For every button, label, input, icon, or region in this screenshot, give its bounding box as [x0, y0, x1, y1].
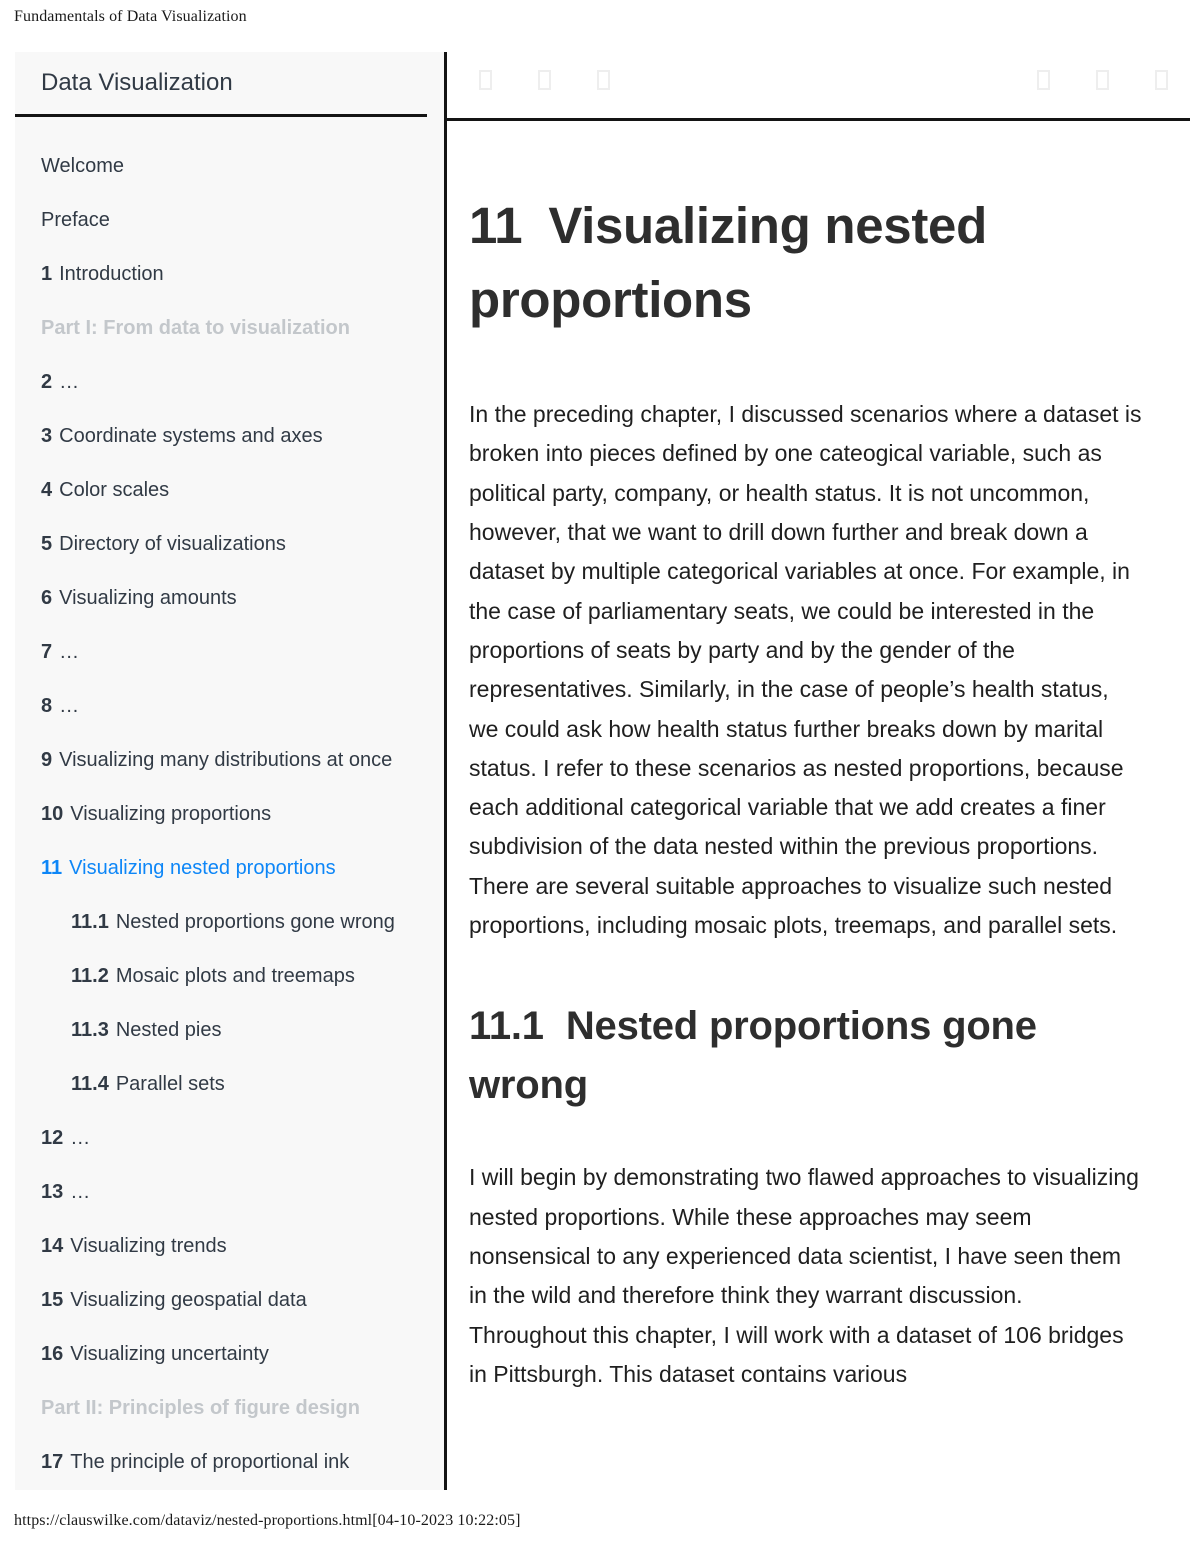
sidebar-item-number: 1: [41, 263, 53, 285]
sidebar-item-9[interactable]: 9 Visualizing many distributions at once: [15, 733, 444, 787]
sidebar-item-label: Part II: Principles of figure design: [41, 1397, 360, 1419]
chapter-number: 11: [469, 197, 523, 254]
sidebar-item-label: Nested proportions gone wrong: [115, 911, 395, 933]
missing-glyph-icon-5[interactable]: [1096, 70, 1109, 90]
sidebar-item-label: Welcome: [41, 155, 124, 177]
sidebar: Data Visualization Welcome Preface 1 Introd…: [15, 52, 444, 1490]
sidebar-item-number: 11: [41, 857, 63, 879]
app-window: Data Visualization Welcome Preface 1 Introd…: [15, 52, 1190, 1490]
main-pane: 11 Visualizing nested proportions In the …: [447, 52, 1190, 1490]
sidebar-item-number: 16: [41, 1343, 64, 1365]
sidebar-item-11[interactable]: 11 Visualizing nested proportions: [15, 841, 444, 895]
sidebar-item-label: Mosaic plots and treemaps: [115, 965, 355, 987]
sidebar-item-number: 15: [41, 1289, 64, 1311]
sidebar-item-14[interactable]: 14 Visualizing trends: [15, 1219, 444, 1273]
sidebar-item-part-i-from-data-to-visualization: Part I: From data to visualization: [15, 301, 444, 355]
sidebar-item-welcome[interactable]: Welcome: [15, 139, 444, 193]
sidebar-item-10[interactable]: 10 Visualizing proportions: [15, 787, 444, 841]
print-page-header: Fundamentals of Data Visualization: [14, 8, 247, 25]
sidebar-header: Data Visualization: [15, 52, 427, 117]
intro-paragraph: In the preceding chapter, I discussed sc…: [469, 400, 1142, 939]
chapter-title-text: Visualizing nested proportions: [469, 197, 987, 328]
sidebar-item-number: 2: [41, 371, 53, 393]
sidebar-item-6[interactable]: 6 Visualizing amounts: [15, 571, 444, 625]
sidebar-item-label: Visualizing nested proportions: [69, 857, 336, 879]
sidebar-item-number: 3: [41, 425, 53, 447]
sidebar-item-label: Parallel sets: [115, 1073, 225, 1095]
sidebar-item-2[interactable]: 2…: [15, 355, 444, 409]
sidebar-item-11.4[interactable]: 11.4 Parallel sets: [15, 1057, 444, 1111]
sidebar-item-part-ii-principles-of-figure-design: Part II: Principles of figure design: [15, 1381, 444, 1435]
sidebar-item-label: …: [70, 1181, 92, 1203]
sidebar-item-label: Preface: [41, 209, 110, 231]
sidebar-item-label: Visualizing trends: [70, 1235, 227, 1257]
sidebar-item-preface[interactable]: Preface: [15, 193, 444, 247]
sidebar-book-title[interactable]: Data Visualization: [41, 69, 233, 97]
sidebar-item-number: 11.4: [71, 1073, 109, 1095]
page-title: 11 Visualizing nested proportions: [469, 189, 1142, 337]
sidebar-item-13[interactable]: 13 …: [15, 1165, 444, 1219]
sidebar-item-number: 14: [41, 1235, 64, 1257]
sidebar-item-label: Coordinate systems and axes: [59, 425, 323, 447]
sidebar-item-number: 9: [41, 749, 53, 771]
sidebar-item-label: Visualizing uncertainty: [70, 1343, 269, 1365]
sidebar-item-label: The principle of proportional ink: [70, 1451, 350, 1473]
missing-glyph-icon-2[interactable]: [538, 70, 551, 90]
sidebar-item-number: 13: [41, 1181, 64, 1203]
toolbar-left-group: [479, 70, 610, 90]
missing-glyph-icon-1[interactable]: [479, 70, 492, 90]
sidebar-item-number: 5: [41, 533, 53, 555]
sidebar-item-11.2[interactable]: 11.2 Mosaic plots and treemaps: [15, 949, 444, 1003]
sidebar-item-11.1[interactable]: 11.1 Nested proportions gone wrong: [15, 895, 444, 949]
sidebar-item-11.3[interactable]: 11.3 Nested pies: [15, 1003, 444, 1057]
sidebar-item-3[interactable]: 3 Coordinate systems and axes: [15, 409, 444, 463]
sidebar-item-label: Visualizing proportions: [70, 803, 272, 825]
sidebar-item-label: Visualizing amounts: [59, 587, 237, 609]
sidebar-item-label: …: [70, 1127, 92, 1149]
sidebar-item-label: Part I: From data to visualization: [41, 317, 350, 339]
sidebar-item-number: 12: [41, 1127, 64, 1149]
sidebar-item-number: 6: [41, 587, 53, 609]
sidebar-item-label: …: [59, 371, 81, 393]
sidebar-item-number: 11.3: [71, 1019, 109, 1041]
sidebar-item-8[interactable]: 8…: [15, 679, 444, 733]
missing-glyph-icon-4[interactable]: [1037, 70, 1050, 90]
sidebar-item-17[interactable]: 17 The principle of proportional ink: [15, 1435, 444, 1489]
sidebar-item-label: …: [59, 695, 81, 717]
sidebar-item-label: Visualizing geospatial data: [70, 1289, 307, 1311]
section-number: 11.1: [469, 1004, 544, 1049]
sidebar-item-15[interactable]: 15 Visualizing geospatial data: [15, 1273, 444, 1327]
sidebar-item-number: 4: [41, 479, 53, 501]
toolbar-right-group: [1037, 70, 1168, 90]
section-heading: 11.1 Nested proportions gone wrong: [469, 997, 1142, 1114]
sidebar-item-number: 17: [41, 1451, 64, 1473]
section-paragraph: I will begin by demonstrating two flawed…: [469, 1164, 1139, 1387]
toolbar: [447, 52, 1190, 121]
sidebar-item-label: Nested pies: [115, 1019, 222, 1041]
sidebar-item-number: 8: [41, 695, 53, 717]
sidebar-item-label: Color scales: [59, 479, 170, 501]
sidebar-item-1[interactable]: 1 Introduction: [15, 247, 444, 301]
sidebar-item-number: 10: [41, 803, 64, 825]
chapter-content: 11 Visualizing nested proportions In the …: [447, 121, 1190, 1394]
sidebar-item-number: 11.1: [71, 911, 109, 933]
sidebar-item-4[interactable]: 4 Color scales: [15, 463, 444, 517]
sidebar-nav: Welcome Preface 1 Introduction Part I: From …: [15, 117, 444, 1489]
sidebar-item-7[interactable]: 7…: [15, 625, 444, 679]
missing-glyph-icon-3[interactable]: [597, 70, 610, 90]
sidebar-item-5[interactable]: 5 Directory of visualizations: [15, 517, 444, 571]
sidebar-item-label: Introduction: [59, 263, 164, 285]
missing-glyph-icon-6[interactable]: [1155, 70, 1168, 90]
sidebar-item-label: …: [59, 641, 81, 663]
sidebar-item-12[interactable]: 12 …: [15, 1111, 444, 1165]
section-title-text: Nested proportions gone wrong: [469, 1004, 1037, 1107]
sidebar-item-number: 7: [41, 641, 53, 663]
sidebar-item-label: Directory of visualizations: [59, 533, 286, 555]
sidebar-item-number: 11.2: [71, 965, 109, 987]
sidebar-item-label: Visualizing many distributions at once: [59, 749, 393, 771]
sidebar-item-16[interactable]: 16 Visualizing uncertainty: [15, 1327, 444, 1381]
print-page-footer: https://clauswilke.com/dataviz/nested-pr…: [14, 1512, 521, 1529]
